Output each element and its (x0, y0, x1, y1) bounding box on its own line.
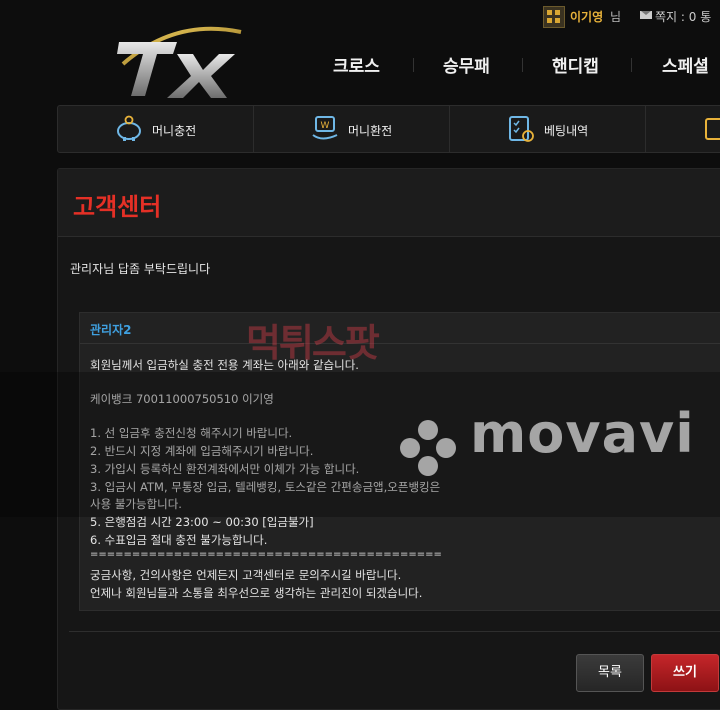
post-title: 관리자님 답좀 부탁드립니다 (70, 262, 211, 276)
reply-line: 5. 은행점검 시간 23:00 ~ 00:30 [입금불가] (90, 515, 314, 529)
piggy-bank-icon (117, 115, 141, 141)
nav-special[interactable]: 스페셜 (662, 52, 709, 77)
quick-menu-label: 베팅내역 (544, 124, 589, 138)
nav-handicap[interactable]: 핸디캡 (552, 52, 599, 77)
page-title: 고객센터 (73, 193, 162, 221)
quick-menu-money-exchange[interactable]: W 머니환전 (254, 106, 450, 152)
mail-icon[interactable] (640, 11, 652, 19)
message-count[interactable]: 쪽지 : 0 통 (655, 8, 711, 25)
movavi-logo-icon (400, 420, 456, 476)
movavi-watermark: movavi (470, 402, 695, 465)
reply-line: 1. 선 입금후 충전신청 해주시기 바랍니다. (90, 426, 293, 440)
divider (69, 631, 720, 632)
write-button[interactable]: 쓰기 (651, 654, 719, 692)
nav-win-draw-lose[interactable]: 승무패 (443, 52, 490, 77)
reply-line: 6. 수표입금 절대 충전 불가능합니다. (90, 533, 268, 547)
quick-menu-bet-history[interactable]: 베팅내역 (450, 106, 646, 152)
panel-header: 고객센터 (58, 169, 720, 237)
reply-header: 관리자2 (80, 313, 720, 344)
reply-line: 언제나 회원님들과 소통을 최우선으로 생각하는 관리진이 되겠습니다. (90, 586, 423, 600)
reply-line: 3. 입금시 ATM, 무통장 입금, 텔레뱅킹, 토스같은 간편송금앱,오픈뱅… (90, 480, 441, 494)
quick-menu-coupon[interactable] (646, 106, 720, 152)
user-suffix: 님 (610, 10, 622, 24)
money-exchange-icon: W (312, 116, 338, 140)
site-logo[interactable] (115, 24, 245, 100)
quick-menu-money-charge[interactable]: 머니충전 (58, 106, 254, 152)
nav-divider (631, 58, 632, 72)
quick-menu-label: 머니환전 (348, 124, 393, 138)
nav-divider (522, 58, 523, 72)
coupon-icon (705, 118, 720, 140)
reply-line: 2. 반드시 지정 계좌에 입금해주시기 바랍니다. (90, 444, 314, 458)
reply-line: 케이뱅크 70011000750510 이기영 (90, 392, 274, 406)
checklist-icon (509, 116, 534, 142)
reply-line: ========================================… (90, 549, 442, 560)
reply-line: 사용 불가능합니다. (90, 497, 182, 511)
reply-author: 관리자2 (90, 323, 132, 337)
quick-menu-label: 머니충전 (152, 124, 197, 138)
top-bar: 이기영 님 쪽지 : 0 통 (0, 0, 720, 36)
user-level-icon (543, 6, 565, 28)
user-name[interactable]: 이기영 (570, 8, 603, 25)
reply-line: 3. 가입시 등록하신 환전계좌에서만 이체가 가능 합니다. (90, 462, 360, 476)
reply-line: 궁금사항, 건의사항은 언제든지 고객센터로 문의주시길 바랍니다. (90, 568, 402, 582)
nav-divider (413, 58, 414, 72)
svg-text:W: W (321, 121, 330, 131)
nav-cross[interactable]: 크로스 (333, 52, 380, 77)
mtsp-watermark: 먹튀스팟 (246, 321, 380, 365)
quick-menu-bar: 머니충전 W 머니환전 베팅내역 (57, 105, 720, 153)
list-button[interactable]: 목록 (576, 654, 644, 692)
